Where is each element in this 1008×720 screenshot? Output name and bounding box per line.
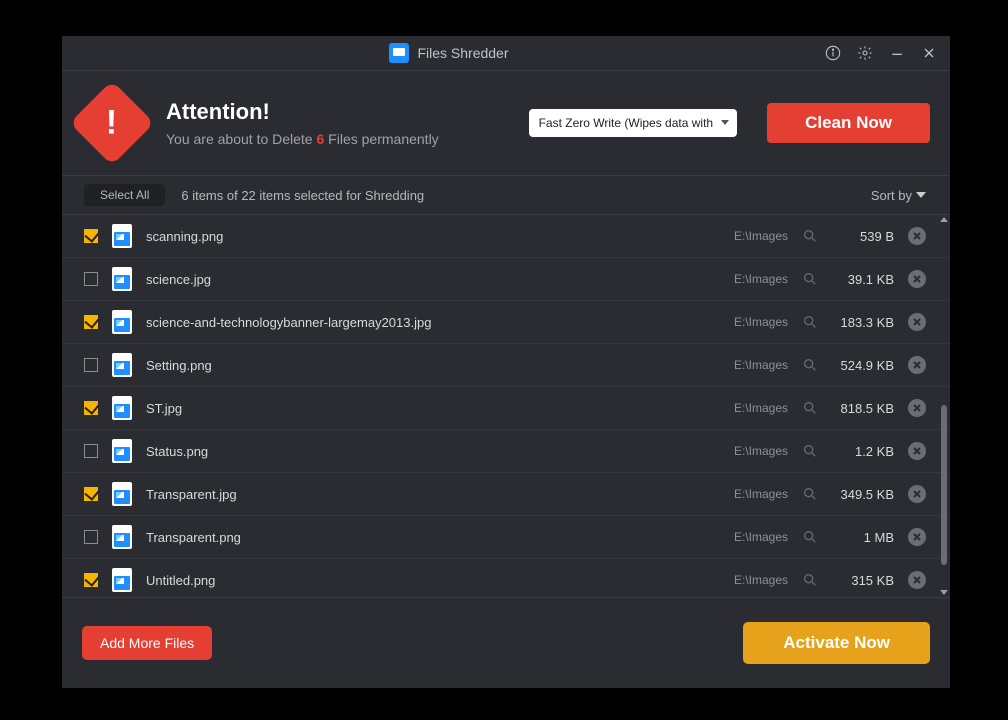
file-row: science.jpg E:\Images 39.1 KB <box>62 258 950 301</box>
file-size: 349.5 KB <box>832 487 894 502</box>
file-path: E:\Images <box>734 315 788 329</box>
image-file-icon <box>112 439 132 463</box>
file-size: 183.3 KB <box>832 315 894 330</box>
file-size: 39.1 KB <box>832 272 894 287</box>
file-path: E:\Images <box>734 229 788 243</box>
locate-icon[interactable] <box>802 357 818 373</box>
remove-row-button[interactable] <box>908 485 926 503</box>
file-path: E:\Images <box>734 573 788 587</box>
shred-method-select[interactable]: Fast Zero Write (Wipes data with <box>529 109 738 137</box>
file-row: scanning.png E:\Images 539 B <box>62 215 950 258</box>
file-row: Transparent.jpg E:\Images 349.5 KB <box>62 473 950 516</box>
file-size: 539 B <box>832 229 894 244</box>
file-name: ST.jpg <box>146 401 720 416</box>
info-icon[interactable] <box>824 44 842 62</box>
image-file-icon <box>112 224 132 248</box>
scroll-up-icon[interactable] <box>940 217 948 222</box>
file-name: Status.png <box>146 444 720 459</box>
image-file-icon <box>112 310 132 334</box>
file-name: scanning.png <box>146 229 720 244</box>
file-list-container: scanning.png E:\Images 539 B science.jpg E:\… <box>62 215 950 597</box>
gear-icon[interactable] <box>856 44 874 62</box>
file-path: E:\Images <box>734 272 788 286</box>
locate-icon[interactable] <box>802 572 818 588</box>
file-row: Transparent.png E:\Images 1 MB <box>62 516 950 559</box>
file-size: 1.2 KB <box>832 444 894 459</box>
locate-icon[interactable] <box>802 486 818 502</box>
file-size: 315 KB <box>832 573 894 588</box>
footer: Add More Files Activate Now <box>62 597 950 688</box>
file-path: E:\Images <box>734 358 788 372</box>
row-checkbox[interactable] <box>84 573 98 587</box>
image-file-icon <box>112 396 132 420</box>
image-file-icon <box>112 525 132 549</box>
remove-row-button[interactable] <box>908 571 926 589</box>
locate-icon[interactable] <box>802 314 818 330</box>
add-more-files-button[interactable]: Add More Files <box>82 626 212 660</box>
remove-row-button[interactable] <box>908 313 926 331</box>
selection-status: 6 items of 22 items selected for Shreddi… <box>181 188 854 203</box>
row-checkbox[interactable] <box>84 229 98 243</box>
activate-now-button[interactable]: Activate Now <box>743 622 930 664</box>
image-file-icon <box>112 267 132 291</box>
list-header: Select All 6 items of 22 items selected … <box>62 176 950 215</box>
file-name: science.jpg <box>146 272 720 287</box>
image-file-icon <box>112 482 132 506</box>
sort-by-button[interactable]: Sort by <box>871 188 926 203</box>
banner-heading: Attention! <box>166 99 439 125</box>
warning-icon: ! <box>70 81 155 166</box>
file-row: Status.png E:\Images 1.2 KB <box>62 430 950 473</box>
row-checkbox[interactable] <box>84 315 98 329</box>
file-name: Untitled.png <box>146 573 720 588</box>
select-all-button[interactable]: Select All <box>84 184 165 206</box>
file-path: E:\Images <box>734 530 788 544</box>
file-name: Setting.png <box>146 358 720 373</box>
remove-row-button[interactable] <box>908 227 926 245</box>
file-name: science-and-technologybanner-largemay201… <box>146 315 720 330</box>
file-row: Untitled.png E:\Images 315 KB <box>62 559 950 597</box>
file-path: E:\Images <box>734 444 788 458</box>
locate-icon[interactable] <box>802 529 818 545</box>
locate-icon[interactable] <box>802 443 818 459</box>
file-name: Transparent.jpg <box>146 487 720 502</box>
attention-banner: ! Attention! You are about to Delete 6 F… <box>62 71 950 176</box>
remove-row-button[interactable] <box>908 356 926 374</box>
row-checkbox[interactable] <box>84 444 98 458</box>
file-path: E:\Images <box>734 487 788 501</box>
titlebar: Files Shredder <box>62 36 950 71</box>
remove-row-button[interactable] <box>908 442 926 460</box>
clean-now-button[interactable]: Clean Now <box>767 103 930 143</box>
image-file-icon <box>112 568 132 592</box>
remove-row-button[interactable] <box>908 528 926 546</box>
file-size: 818.5 KB <box>832 401 894 416</box>
scroll-down-icon[interactable] <box>940 590 948 595</box>
remove-row-button[interactable] <box>908 270 926 288</box>
app-window: Files Shredder ! Attention! You are abou… <box>62 36 950 688</box>
locate-icon[interactable] <box>802 271 818 287</box>
banner-subtext: You are about to Delete 6 Files permanen… <box>166 131 439 147</box>
image-file-icon <box>112 353 132 377</box>
scrollbar[interactable] <box>940 215 948 597</box>
file-size: 1 MB <box>832 530 894 545</box>
file-name: Transparent.png <box>146 530 720 545</box>
app-title: Files Shredder <box>417 45 508 61</box>
locate-icon[interactable] <box>802 228 818 244</box>
app-icon <box>389 43 409 63</box>
remove-row-button[interactable] <box>908 399 926 417</box>
row-checkbox[interactable] <box>84 401 98 415</box>
file-row: Setting.png E:\Images 524.9 KB <box>62 344 950 387</box>
scroll-thumb[interactable] <box>941 405 947 565</box>
minimize-icon[interactable] <box>888 44 906 62</box>
file-row: ST.jpg E:\Images 818.5 KB <box>62 387 950 430</box>
row-checkbox[interactable] <box>84 358 98 372</box>
file-size: 524.9 KB <box>832 358 894 373</box>
row-checkbox[interactable] <box>84 487 98 501</box>
row-checkbox[interactable] <box>84 530 98 544</box>
file-path: E:\Images <box>734 401 788 415</box>
row-checkbox[interactable] <box>84 272 98 286</box>
file-row: science-and-technologybanner-largemay201… <box>62 301 950 344</box>
locate-icon[interactable] <box>802 400 818 416</box>
close-icon[interactable] <box>920 44 938 62</box>
